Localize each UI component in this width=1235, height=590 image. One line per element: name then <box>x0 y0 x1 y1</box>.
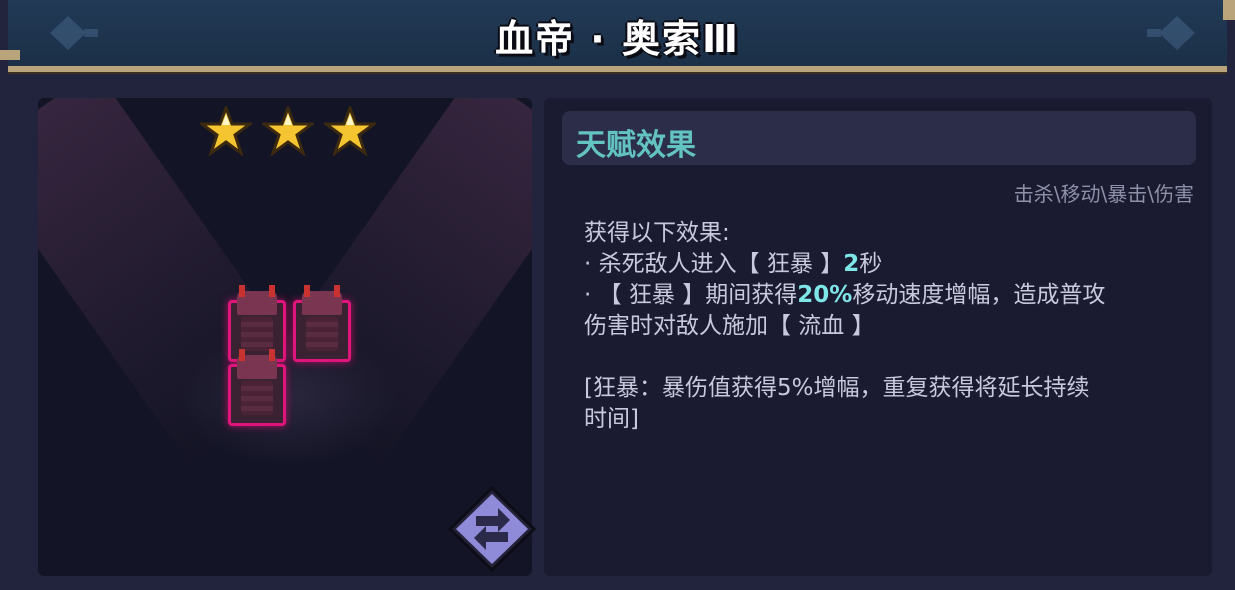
effect-text: 移动速度增幅，造成普攻 <box>852 282 1106 308</box>
talent-effect-2-cont: 伤害时对敌人施加【 流血 】 <box>584 313 875 339</box>
star-icon <box>324 106 376 156</box>
effect-text: 秒 <box>859 251 883 277</box>
effect-text: · 【 狂暴 】期间获得 <box>584 282 798 308</box>
talent-effect-2: · 【 狂暴 】期间获得20%移动速度增幅，造成普攻 <box>584 280 1184 311</box>
star-rating <box>200 106 376 156</box>
star-icon <box>200 106 252 156</box>
talent-header: 天赋效果 <box>562 111 1196 165</box>
game-window: 血帝 · 奥索Ⅲ 天赋效果 击杀\移动\暴击\伤害 获得以下效果: · 杀死敌人… <box>0 0 1235 590</box>
ornament-right-icon <box>1147 16 1195 50</box>
talent-note-cont: 时间] <box>584 406 639 432</box>
talent-intro: 获得以下效果: <box>584 220 730 246</box>
unit-sprite <box>228 285 286 362</box>
talent-effect-1: · 杀死敌人进入【 狂暴 】2秒 <box>584 249 1184 280</box>
talent-panel: 天赋效果 击杀\移动\暴击\伤害 获得以下效果: · 杀死敌人进入【 狂暴 】2… <box>544 98 1212 576</box>
frame-corner <box>0 50 20 60</box>
talent-description: 获得以下效果: · 杀死敌人进入【 狂暴 】2秒 · 【 狂暴 】期间获得20%… <box>584 218 1184 435</box>
effect-text: · 杀死敌人进入【 狂暴 】 <box>584 251 844 277</box>
talent-header-title: 天赋效果 <box>576 128 696 163</box>
effect-value: 20% <box>797 282 853 308</box>
effect-value: 2 <box>843 251 860 277</box>
page-title: 血帝 · 奥索Ⅲ <box>495 17 740 61</box>
talent-note: [狂暴：暴伤值获得5%增幅，重复获得将延长持续 <box>584 375 1090 401</box>
star-icon <box>262 106 314 156</box>
unit-sprite <box>228 349 286 426</box>
frame-corner <box>1223 0 1235 20</box>
title-bar: 血帝 · 奥索Ⅲ <box>8 0 1227 72</box>
talent-tags: 击杀\移动\暴击\伤害 <box>1013 182 1194 206</box>
swap-arrows-icon[interactable] <box>446 486 538 572</box>
unit-sprite <box>293 285 351 362</box>
stage-glow <box>178 328 398 468</box>
